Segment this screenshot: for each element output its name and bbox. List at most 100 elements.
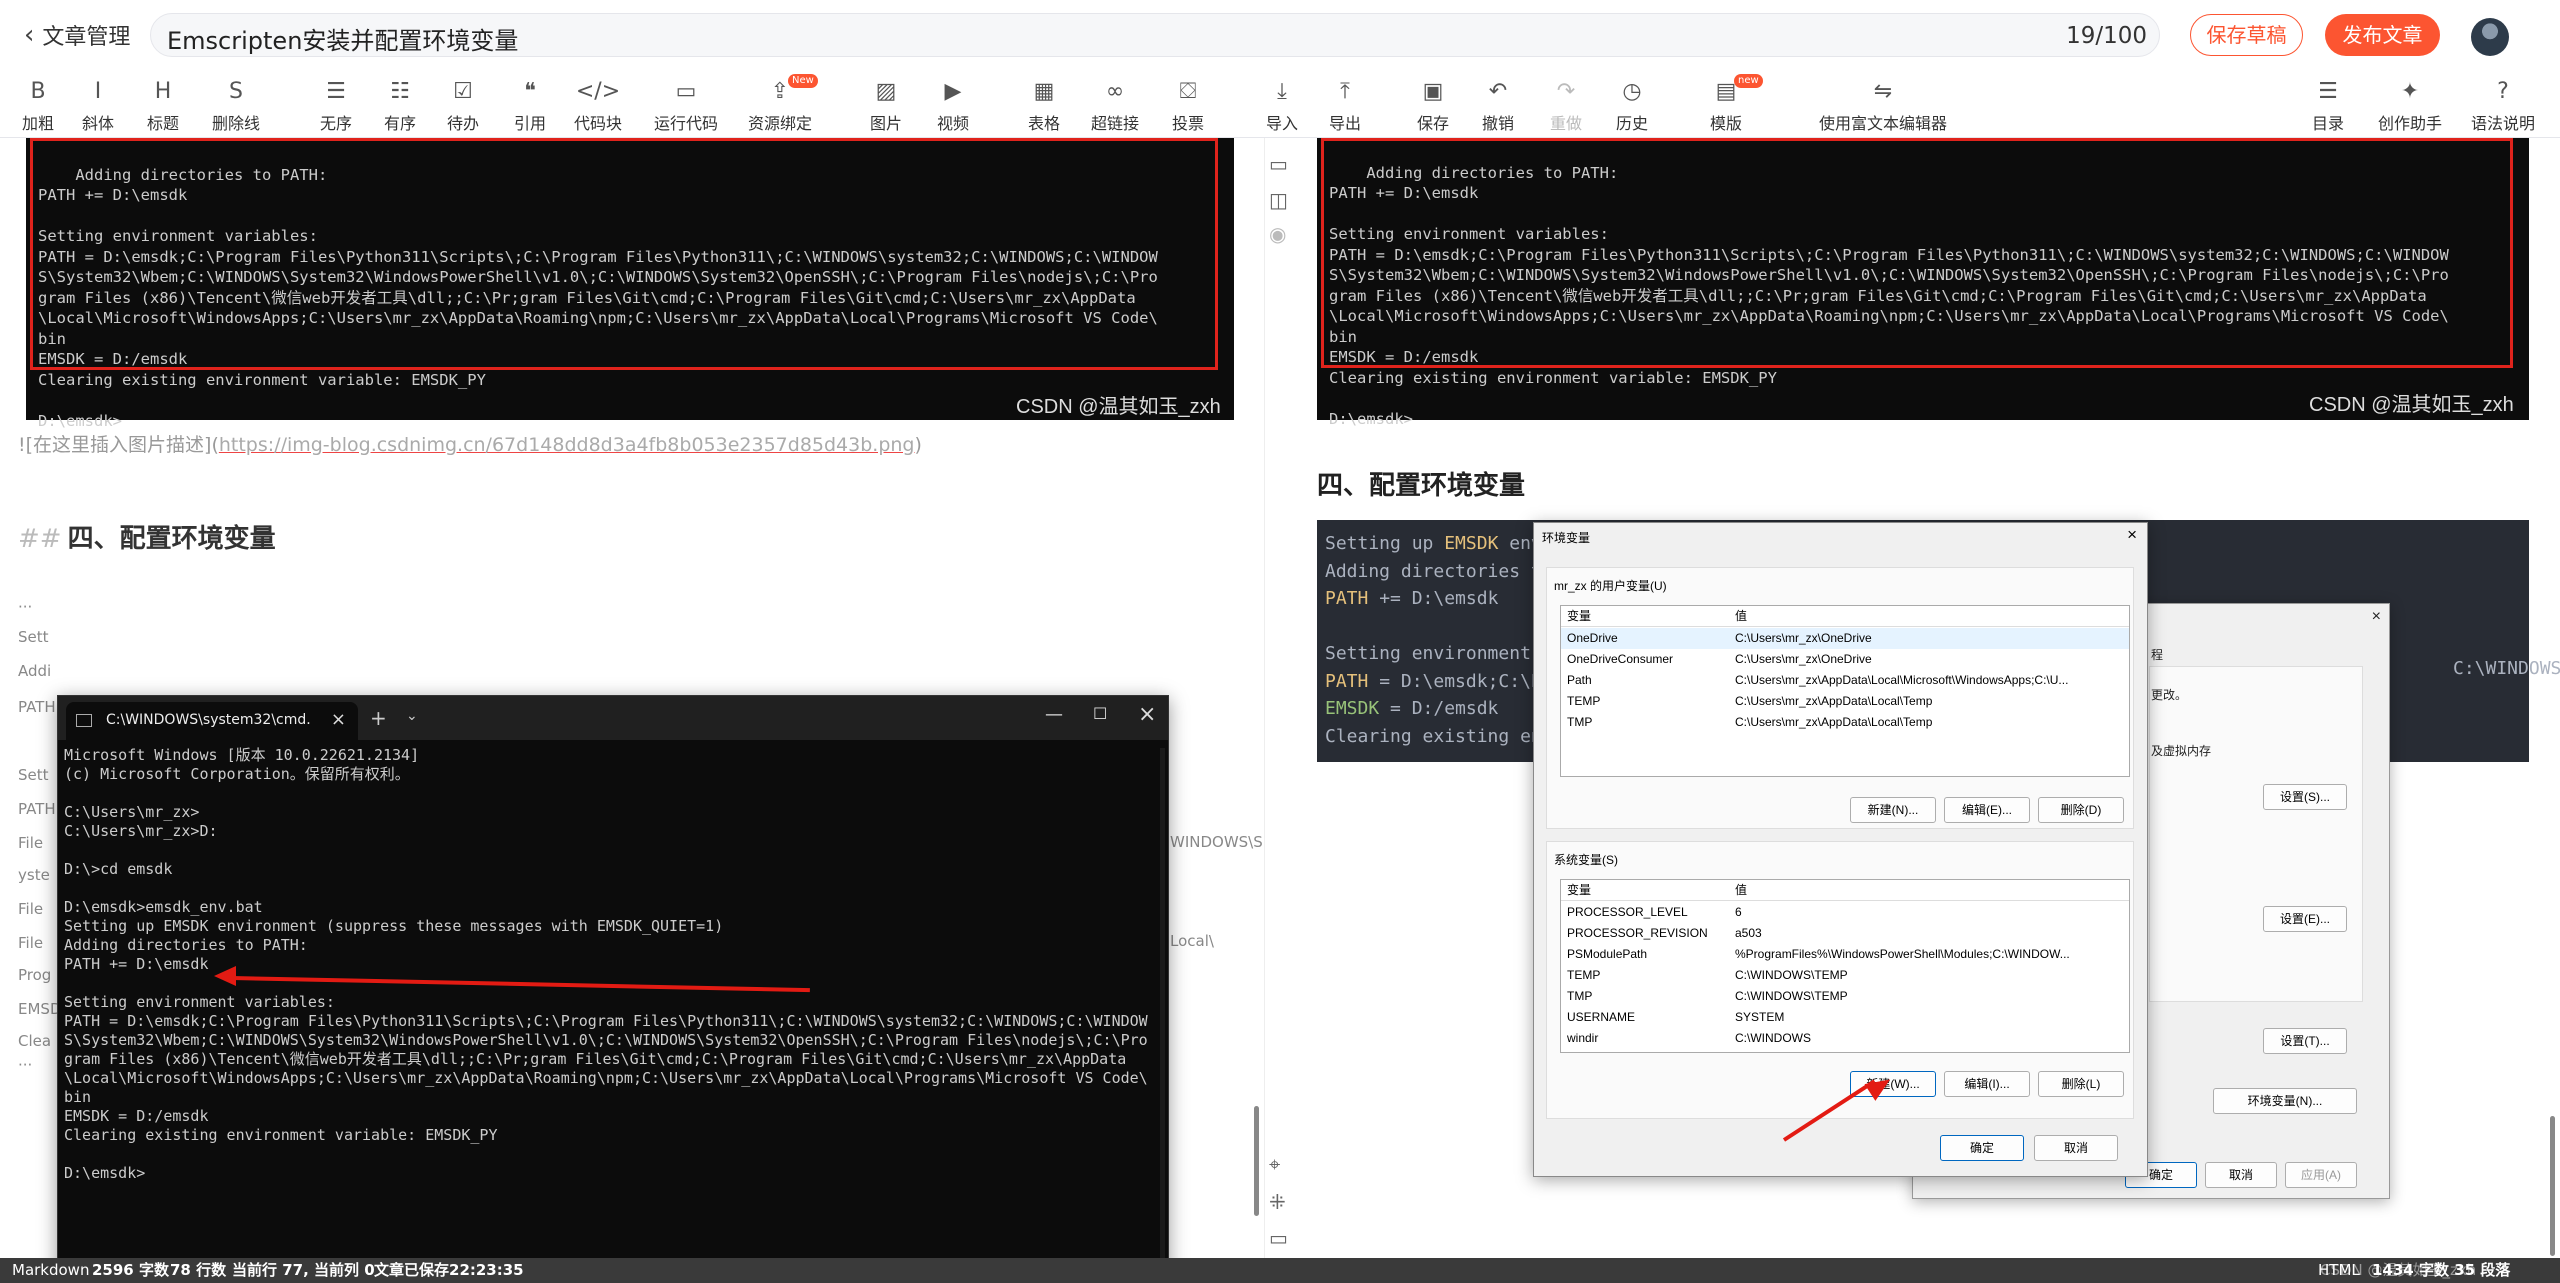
strikethrough-button[interactable]: S 删除线 bbox=[198, 76, 274, 134]
ok-button[interactable]: 确定 bbox=[1940, 1135, 2024, 1161]
highlight-box bbox=[1321, 138, 2513, 368]
preview-scrollbar[interactable] bbox=[2550, 1116, 2555, 1256]
run-code-button[interactable]: ▭ 运行代码 bbox=[648, 76, 724, 134]
sync-scroll-icon[interactable]: ▭ bbox=[1269, 152, 1288, 176]
new-user-var-button[interactable]: 新建(N)... bbox=[1850, 797, 1936, 823]
column-value[interactable]: 值 bbox=[1735, 880, 1747, 901]
apply-button[interactable]: 应用(A) bbox=[2285, 1162, 2357, 1188]
monitor-icon[interactable]: ▭ bbox=[1269, 1226, 1288, 1250]
new-badge: new bbox=[1734, 74, 1763, 88]
environment-variables-button[interactable]: 环境变量(N)... bbox=[2213, 1088, 2357, 1114]
performance-settings-button[interactable]: 设置(S)... bbox=[2263, 784, 2347, 810]
table-button[interactable]: ▦ 表格 bbox=[1006, 76, 1082, 134]
image-button[interactable]: ▨ 图片 bbox=[848, 76, 924, 134]
save-draft-button[interactable]: 保存草稿 bbox=[2190, 14, 2303, 56]
obscured-line: Sett bbox=[18, 628, 49, 646]
export-button[interactable]: ⤒ 导出 bbox=[1307, 76, 1383, 134]
cmd-output[interactable]: Microsoft Windows [版本 10.0.22621.2134] (… bbox=[64, 746, 1148, 1183]
user-vars-label: mr_zx 的用户变量(U) bbox=[1554, 579, 1667, 593]
user-vars-list[interactable]: 变量 值 OneDrive C:\Users\mr_zx\OneDrive OneDri… bbox=[1560, 605, 2130, 777]
image-link-url[interactable]: https://img-blog.csdnimg.cn/67d148dd8d3a… bbox=[219, 434, 915, 456]
ai-assistant-button[interactable]: ✦ 创作助手 bbox=[2372, 76, 2448, 134]
close-tab-icon[interactable]: × bbox=[331, 709, 346, 730]
cmd-tab[interactable]: C:\WINDOWS\system32\cmd. × bbox=[66, 702, 358, 740]
quote-label: 引用 bbox=[513, 114, 546, 133]
environment-variables-dialog[interactable]: 环境变量 × mr_zx 的用户变量(U) 变量值 OneDrive C:\User… bbox=[1533, 522, 2148, 1177]
var-name: TMP bbox=[1567, 989, 1593, 1003]
new-tab-icon[interactable]: + bbox=[370, 706, 387, 730]
quote-button[interactable]: ❝ 引用 bbox=[492, 76, 568, 134]
hyperlink-button[interactable]: ∞ 超链接 bbox=[1077, 76, 1153, 134]
tab-fragment[interactable]: 程 bbox=[2151, 646, 2163, 663]
redo-button[interactable]: ↷ 重做 bbox=[1528, 76, 1604, 134]
new-badge: New bbox=[788, 74, 818, 88]
column-variable[interactable]: 变量 bbox=[1567, 606, 1591, 627]
delete-user-var-button[interactable]: 删除(D) bbox=[2038, 797, 2124, 823]
resource-binding-button[interactable]: ⇪ 资源绑定 New bbox=[742, 74, 818, 134]
ai-assistant-label: 创作助手 bbox=[2377, 114, 2442, 133]
syntax-help-button[interactable]: ? 语法说明 bbox=[2465, 76, 2541, 134]
hyperlink-icon: ∞ bbox=[1105, 79, 1125, 104]
highlight-box bbox=[30, 138, 1218, 370]
article-title-field[interactable]: Emscripten安装并配置环境变量 19/100 bbox=[150, 13, 2160, 57]
cancel-button[interactable]: 取消 bbox=[2034, 1135, 2118, 1161]
startup-settings-button[interactable]: 设置(T)... bbox=[2263, 1028, 2347, 1054]
article-title-input[interactable]: Emscripten安装并配置环境变量 bbox=[167, 21, 518, 56]
list-item[interactable]: PROCESSOR_REVISION a503 bbox=[1561, 923, 2129, 944]
close-icon[interactable]: × bbox=[2372, 608, 2381, 626]
template-button[interactable]: ▤ 模版 new bbox=[1688, 74, 1764, 134]
rich-text-editor-button[interactable]: ⇋ 使用富文本编辑器 bbox=[1808, 76, 1958, 134]
toc-button[interactable]: ☰ 目录 bbox=[2290, 76, 2366, 134]
title-char-count: 19/100 bbox=[2066, 23, 2147, 49]
list-item[interactable]: USERNAME SYSTEM bbox=[1561, 1007, 2129, 1028]
back-to-article-management[interactable]: ‹ 文章管理 bbox=[24, 18, 130, 52]
delete-system-var-button[interactable]: 删除(L) bbox=[2038, 1071, 2124, 1097]
split-view-icon[interactable]: ◫ bbox=[1269, 188, 1288, 212]
list-item[interactable]: TEMP C:\Users\mr_zx\AppData\Local\Temp bbox=[1561, 691, 2129, 712]
status-bar: Markdown 2596 字数 78 行数 当前行 77, 当前列 0 文章已… bbox=[0, 1258, 2560, 1283]
close-icon[interactable]: × bbox=[1138, 702, 1156, 727]
list-item[interactable]: TMP C:\Users\mr_zx\AppData\Local\Temp bbox=[1561, 712, 2129, 733]
avatar[interactable] bbox=[2471, 18, 2509, 56]
publish-article-button[interactable]: 发布文章 bbox=[2325, 14, 2440, 56]
group-box bbox=[2149, 666, 2363, 1002]
cancel-button[interactable]: 取消 bbox=[2205, 1162, 2277, 1188]
code-block-button[interactable]: </> 代码块 bbox=[560, 76, 636, 134]
list-item[interactable]: windir C:\WINDOWS bbox=[1561, 1028, 2129, 1049]
maximize-icon[interactable]: ☐ bbox=[1093, 704, 1107, 723]
code-block-icon: </> bbox=[575, 79, 621, 104]
vote-button[interactable]: ⛋ 投票 bbox=[1150, 76, 1226, 134]
video-button[interactable]: ▶ 视频 bbox=[915, 76, 991, 134]
history-button[interactable]: ◷ 历史 bbox=[1594, 76, 1670, 134]
column-value[interactable]: 值 bbox=[1735, 606, 1747, 627]
editor-scrollbar[interactable] bbox=[1254, 1106, 1259, 1216]
todo-list-button[interactable]: ☑ 待办 bbox=[425, 76, 501, 134]
markdown-editor[interactable]: Adding directories to PATH: PATH += D:\e… bbox=[0, 138, 1262, 1258]
list-item[interactable]: TMP C:\WINDOWS\TEMP bbox=[1561, 986, 2129, 1007]
list-item[interactable]: Path C:\Users\mr_zx\AppData\Local\Microso… bbox=[1561, 670, 2129, 691]
chevron-down-icon[interactable]: ⌄ bbox=[406, 708, 418, 724]
obscured-line: PATH bbox=[18, 800, 56, 818]
list-item[interactable]: PROCESSOR_LEVEL 6 bbox=[1561, 902, 2129, 923]
preview-toggle-icon[interactable]: ◉ bbox=[1269, 222, 1286, 246]
edit-user-var-button[interactable]: 编辑(E)... bbox=[1944, 797, 2030, 823]
heading-button[interactable]: H 标题 bbox=[125, 76, 201, 134]
drag-icon[interactable]: ⁜ bbox=[1269, 1190, 1286, 1214]
system-vars-list[interactable]: 变量 值 PROCESSOR_LEVEL 6 PROCESSOR_REVISION a50… bbox=[1560, 879, 2130, 1053]
cmd-titlebar[interactable]: C:\WINDOWS\system32\cmd. × + ⌄ — ☐ × bbox=[58, 696, 1168, 740]
list-item[interactable]: OneDrive C:\Users\mr_zx\OneDrive bbox=[1561, 628, 2129, 649]
list-item[interactable]: OneDriveConsumer C:\Users\mr_zx\OneDrive bbox=[1561, 649, 2129, 670]
cursor-position: 当前行 77, 当前列 0 bbox=[232, 1261, 375, 1279]
undo-button[interactable]: ↶ 撤销 bbox=[1460, 76, 1536, 134]
list-header: 变量 值 bbox=[1561, 606, 2129, 627]
locate-icon[interactable]: ⌖ bbox=[1269, 1152, 1280, 1176]
close-icon[interactable]: × bbox=[2127, 525, 2137, 545]
list-item[interactable]: TEMP C:\WINDOWS\TEMP bbox=[1561, 965, 2129, 986]
list-item[interactable]: PSModulePath %ProgramFiles%\WindowsPowerS… bbox=[1561, 944, 2129, 965]
resource-binding-label: 资源绑定 bbox=[747, 114, 812, 133]
column-variable[interactable]: 变量 bbox=[1567, 880, 1591, 901]
edit-system-var-button[interactable]: 编辑(I)... bbox=[1944, 1071, 2030, 1097]
cmd-scrollbar[interactable] bbox=[1160, 748, 1165, 1258]
profile-settings-button[interactable]: 设置(E)... bbox=[2263, 906, 2347, 932]
minimize-icon[interactable]: — bbox=[1045, 704, 1063, 725]
